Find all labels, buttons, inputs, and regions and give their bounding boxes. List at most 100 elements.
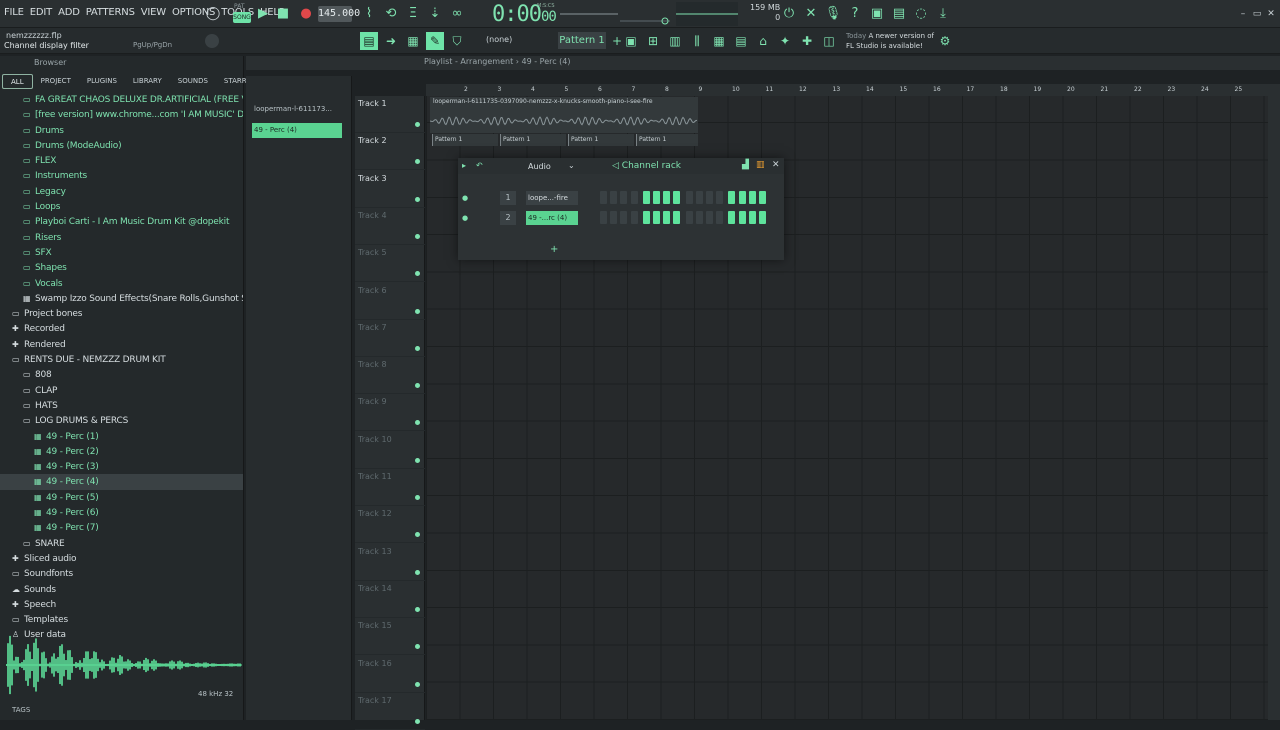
step-button[interactable]: [663, 211, 671, 224]
browser-icon[interactable]: ▤: [732, 32, 750, 50]
step-button[interactable]: [600, 191, 607, 204]
graph-icon[interactable]: ▟: [742, 160, 749, 170]
track-header[interactable]: Track 16: [355, 656, 425, 693]
step-seq-icon[interactable]: ▥: [756, 160, 765, 170]
browser-item[interactable]: ☁ Sounds: [0, 582, 243, 597]
piano-roll-icon[interactable]: ▦: [404, 32, 422, 50]
track-mute-toggle[interactable]: [415, 644, 420, 650]
browser-item[interactable]: ▭ Shapes: [0, 260, 243, 275]
stop-icon[interactable]: ■: [274, 5, 292, 23]
plugin-picker-icon[interactable]: ⌂: [754, 32, 772, 50]
step-button[interactable]: [748, 211, 756, 224]
step-button[interactable]: [653, 211, 660, 224]
track-header[interactable]: Track 6: [355, 283, 425, 320]
metronome-icon[interactable]: ⌇: [360, 5, 378, 23]
browser-item[interactable]: ▭ Playboi Carti - I Am Music Drum Kit @do…: [0, 214, 243, 229]
tab-sounds[interactable]: SOUNDS: [170, 74, 216, 89]
browser-item[interactable]: ▦ 49 - Perc (1): [0, 429, 243, 444]
tags-label[interactable]: TAGS: [12, 706, 30, 714]
track-header[interactable]: Track 1: [355, 96, 425, 133]
song-mode-toggle[interactable]: SONG: [233, 12, 251, 23]
track-mute-toggle[interactable]: [415, 308, 420, 314]
step-button[interactable]: [630, 191, 638, 204]
playlist-view-button[interactable]: ▤: [360, 32, 378, 50]
browser-item[interactable]: ▭ Loops: [0, 199, 243, 214]
track-mute-toggle[interactable]: [415, 532, 420, 538]
track-header[interactable]: Track 15: [355, 618, 425, 656]
touch-keyboard-icon[interactable]: ✦: [776, 32, 794, 50]
vertical-scrollbar[interactable]: [1268, 84, 1280, 720]
browser-item[interactable]: ▭ Soundfonts: [0, 566, 243, 581]
step-button[interactable]: [706, 211, 713, 224]
step-button[interactable]: [610, 211, 618, 224]
tab-library[interactable]: LIBRARY: [125, 74, 170, 89]
save-icon[interactable]: ▣: [868, 5, 886, 23]
browser-item[interactable]: ✚ Sliced audio: [0, 551, 243, 566]
track-mute-toggle[interactable]: [415, 681, 420, 687]
step-button[interactable]: [748, 191, 756, 204]
step-button[interactable]: [759, 211, 766, 224]
picker-item-selected[interactable]: 49 - Perc (4): [252, 123, 342, 138]
edison-icon[interactable]: ✚: [798, 32, 816, 50]
track-header[interactable]: Track 14: [355, 581, 425, 618]
news-panel[interactable]: Today A newer version of FL Studio is av…: [846, 31, 934, 51]
menu-add[interactable]: ADD: [58, 7, 80, 18]
channel-led-icon[interactable]: ●: [462, 194, 468, 202]
track-mute-toggle[interactable]: [415, 495, 420, 500]
browser-item[interactable]: ▭ SFX: [0, 245, 243, 260]
step-button[interactable]: [738, 191, 746, 204]
track-mute-toggle[interactable]: [415, 606, 420, 612]
step-button[interactable]: [642, 211, 650, 224]
track-mute-toggle[interactable]: [415, 420, 420, 426]
browser-item[interactable]: ▭ [free version] www.chrome...com 'I AM M…: [0, 107, 243, 122]
cart-icon[interactable]: ◫: [820, 32, 838, 50]
browser-item[interactable]: ▦ 49 - Perc (6): [0, 505, 243, 520]
step-button[interactable]: [663, 191, 671, 204]
step-button[interactable]: [695, 191, 703, 204]
step-button[interactable]: [620, 191, 628, 204]
rack-menu-icon[interactable]: ▸: [462, 161, 466, 170]
track-header[interactable]: Track 10: [355, 432, 425, 469]
browser-item[interactable]: ▭ Templates: [0, 612, 243, 627]
track-header[interactable]: Track 12: [355, 506, 425, 544]
play-icon[interactable]: ▶: [254, 5, 272, 23]
channel-icon[interactable]: ▦: [710, 32, 728, 50]
pattern-clip[interactable]: Pattern 1: [568, 134, 634, 146]
track-header[interactable]: Track 8: [355, 357, 425, 395]
browser-item[interactable]: ▭ Legacy: [0, 184, 243, 199]
track-mute-toggle[interactable]: [415, 271, 420, 277]
piano-icon[interactable]: ▥: [666, 32, 684, 50]
track-header[interactable]: Track 17: [355, 693, 425, 730]
audio-clip[interactable]: looperman-l-6111735-0397090-nemzzz-x-knu…: [429, 97, 698, 133]
step-button[interactable]: [673, 211, 681, 224]
step-button[interactable]: [642, 191, 650, 204]
plugin-icon[interactable]: ▤: [890, 5, 908, 23]
pat-mode-label[interactable]: PAT: [234, 3, 245, 10]
channel-rack-icon[interactable]: ⊞: [644, 32, 662, 50]
browser-item[interactable]: ▦ 49 - Perc (7): [0, 520, 243, 535]
timeline-ruler[interactable]: 2 3 4 5 6 7 8 9 10 11 12 13 14 15 16 17 18 19 20 21 22 23 24 25: [426, 84, 1268, 96]
close-icon[interactable]: ✕: [772, 160, 780, 170]
power-icon[interactable]: ⏻: [780, 5, 798, 23]
wait-input-icon[interactable]: ⟲: [382, 5, 400, 23]
track-header[interactable]: Track 3: [355, 171, 425, 208]
channel-mixer-number[interactable]: 2: [500, 211, 516, 225]
step-button[interactable]: [673, 191, 681, 204]
channel-mixer-number[interactable]: 1: [500, 191, 516, 205]
step-button[interactable]: [706, 191, 713, 204]
track-header[interactable]: Track 13: [355, 544, 425, 581]
track-header[interactable]: Track 7: [355, 320, 425, 357]
track-mute-toggle[interactable]: [415, 196, 420, 202]
browser-item[interactable]: ✚ Speech: [0, 597, 243, 612]
update-icon[interactable]: ⚙: [936, 32, 954, 50]
step-button[interactable]: [759, 191, 766, 204]
browser-item[interactable]: ▭ HATS: [0, 398, 243, 413]
track-mute-toggle[interactable]: [415, 233, 420, 239]
step-button[interactable]: [630, 211, 638, 224]
tab-all[interactable]: ALL: [2, 74, 33, 89]
browser-item[interactable]: ✚ Recorded: [0, 321, 243, 336]
menu-view[interactable]: VIEW: [141, 7, 166, 18]
browser-item[interactable]: ▭ SNARE: [0, 536, 243, 551]
track-mute-toggle[interactable]: [415, 345, 420, 351]
browser-item[interactable]: ▭ Vocals: [0, 276, 243, 291]
